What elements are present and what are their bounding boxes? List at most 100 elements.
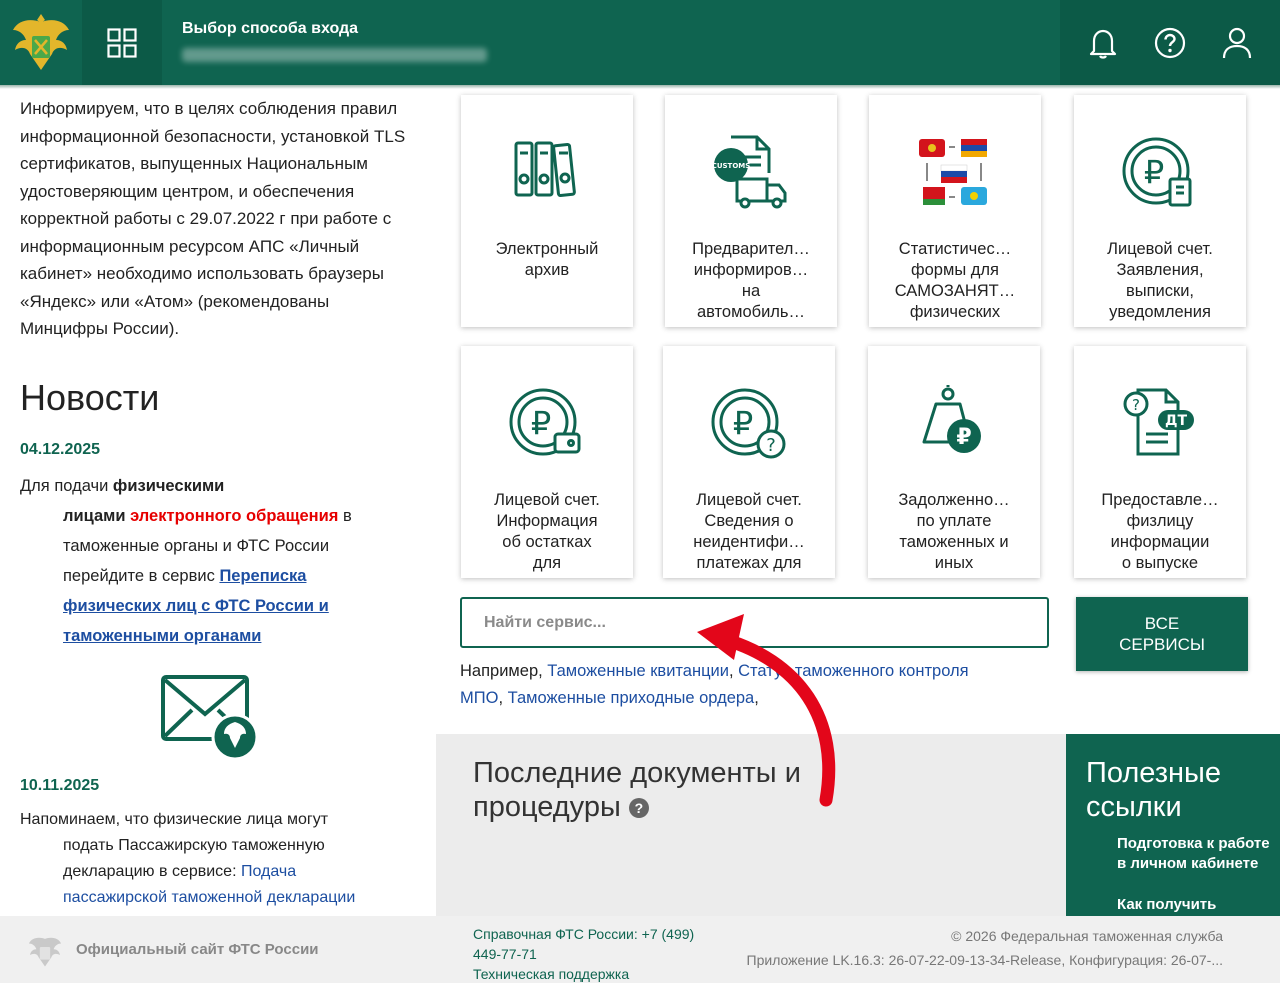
declaration-link[interactable]: пассажирской таможенной декларации (63, 889, 355, 906)
examples-separator: , (728, 662, 739, 680)
title-text: процедуры (473, 791, 621, 823)
help-button[interactable] (1150, 23, 1190, 63)
news-heading: Новости (20, 377, 160, 418)
declaration-link[interactable]: Подача (241, 863, 296, 880)
official-site-link[interactable]: Официальный сайт ФТС России (76, 941, 319, 958)
tile-label-line: Лицевой счет. (1107, 240, 1213, 258)
tile-label-line: уведомления (1109, 303, 1211, 321)
archive-binders-icon (461, 133, 633, 223)
footer: Официальный сайт ФТС России Справочная Ф… (0, 916, 1280, 983)
question-sign: ? (1132, 396, 1140, 414)
copyright: © 2026 Федеральная таможенная служба (951, 928, 1223, 944)
news-date: 10.11.2025 (20, 777, 100, 794)
service-tile-unidentified-payments[interactable]: ₽ ? Лицевой счет. Сведения о неидентифи…… (663, 346, 835, 578)
flags-exchange-icon (869, 135, 1041, 225)
ruble-document-icon: ₽ (1074, 133, 1246, 223)
tile-label-line: физлицу (1126, 512, 1194, 530)
service-tile-balance-info[interactable]: ₽ Лицевой счет. Информация об остатках д… (461, 346, 633, 578)
service-tile-debt[interactable]: ₽ Задолженно… по уплате таможенных и ины… (868, 346, 1040, 578)
declaration-dt-icon: ? ДТ (1074, 384, 1246, 474)
service-tile-release-info[interactable]: ? ДТ Предоставле… физлицу информации о в… (1074, 346, 1246, 578)
tile-label-line: информиров… (693, 261, 809, 279)
tile-label-line: Задолженно… (898, 491, 1010, 509)
emblem-logo[interactable] (0, 0, 82, 85)
tile-label-line: Предварител… (692, 240, 810, 258)
button-label: СЕРВИСЫ (1119, 635, 1205, 654)
dt-badge-text: ДТ (1165, 413, 1187, 429)
title-line: ссылки (1086, 791, 1182, 823)
tile-label-line: Информация (496, 512, 598, 530)
tile-label-line: Лицевой счет. (696, 491, 802, 509)
bell-icon (1090, 29, 1117, 59)
notifications-button[interactable] (1083, 23, 1123, 63)
example-link-control-status[interactable]: МПО (460, 689, 498, 707)
customs-truck-icon: CUSTOMS (665, 133, 837, 223)
news-date: 04.12.2025 (20, 441, 101, 458)
weight-ruble-icon: ₽ (868, 384, 1040, 474)
tile-label: Лицевой счет. Информация об остатках для (467, 490, 627, 574)
news-line: лицами электронного обращения в (20, 501, 415, 531)
phone-line[interactable]: Справочная ФТС России: +7 (499) (473, 924, 713, 944)
news-line: пассажирской таможенной декларации (20, 885, 420, 911)
recent-documents-title: Последние документы и процедуры ? (473, 756, 801, 824)
example-link-orders[interactable]: Таможенные приходные ордера (508, 689, 755, 707)
footer-contacts: Справочная ФТС России: +7 (499) 449-77-7… (473, 924, 713, 983)
question-sign: ? (766, 435, 776, 456)
tile-label-line: Предоставле… (1101, 491, 1219, 509)
news-item-text: Напоминаем, что физические лица могут по… (20, 807, 420, 911)
support-link[interactable]: Техническая поддержка (473, 964, 713, 983)
service-search-input[interactable] (460, 597, 1049, 648)
useful-link-how-to-get[interactable]: Как получить (1117, 895, 1277, 915)
tile-label: Лицевой счет. Заявления, выписки, уведом… (1080, 239, 1240, 323)
examples-separator: , (498, 689, 508, 707)
customs-badge-text: CUSTOMS (712, 162, 751, 170)
tile-label-line: САМОЗАНЯТ… (894, 282, 1016, 300)
help-circle-icon (1154, 27, 1186, 58)
service-tile-statistical-forms[interactable]: Статистичес… формы для САМОЗАНЯТ… физиче… (869, 95, 1041, 327)
service-tile-preliminary-info[interactable]: CUSTOMS Предварител… информиров… на авто… (665, 95, 837, 327)
tile-label-line: архив (524, 261, 570, 279)
examples-prefix: Например, (460, 662, 548, 680)
news-text: перейдите в сервис (63, 567, 220, 585)
useful-links-panel: Полезные ссылки Подготовка к работе в ли… (1066, 734, 1280, 916)
useful-link-preparation[interactable]: Подготовка к работе в личном кабинете (1117, 834, 1277, 873)
service-tile-electronic-archive[interactable]: Электронный архив (461, 95, 633, 327)
tile-label: Лицевой счет. Сведения о неидентифи… пла… (669, 490, 829, 574)
all-services-button[interactable]: ВСЕ СЕРВИСЫ (1076, 597, 1248, 671)
page-title: Выбор способа входа (182, 20, 359, 37)
correspondence-link[interactable]: физических лиц с ФТС России и (63, 597, 329, 615)
tile-label-line: Сведения о (704, 512, 794, 530)
tile-label-line: информации (1110, 533, 1210, 551)
footer-emblem (26, 932, 64, 975)
correspondence-link[interactable]: таможенными органами (63, 627, 261, 645)
top-header: Выбор способа входа (0, 0, 1280, 85)
emblem-icon (28, 937, 62, 967)
tile-label-line: формы для (911, 261, 999, 279)
search-examples: Например, Таможенные квитанции, Статус т… (460, 658, 1060, 712)
header-actions (1060, 0, 1280, 85)
tile-label-line: по уплате (916, 512, 992, 530)
tile-label-line: таможенных и (899, 533, 1009, 551)
user-subtitle-blurred (182, 48, 487, 62)
tile-label-line: выписки, (1125, 282, 1195, 300)
profile-button[interactable] (1217, 23, 1257, 63)
examples-separator: , (754, 689, 759, 707)
tile-label-line: неидентифи… (693, 533, 805, 551)
phone-line[interactable]: 449-77-71 (473, 944, 713, 964)
example-link-control-status[interactable]: Статус таможенного контроля (738, 662, 968, 680)
tile-label-line: Лицевой счет. (494, 491, 600, 509)
ruble-sign: ₽ (1144, 153, 1164, 191)
tile-label-line: Электронный (495, 240, 599, 258)
tile-label: Предоставле… физлицу информации о выпуск… (1080, 490, 1240, 574)
news-line: таможенными органами (20, 621, 415, 651)
ruble-wallet-icon: ₽ (461, 384, 633, 474)
recent-documents-panel: Последние документы и процедуры ? (436, 734, 1066, 916)
button-label: ВСЕ (1144, 614, 1180, 633)
example-link-receipts[interactable]: Таможенные квитанции (547, 662, 729, 680)
news-bold: лицами (63, 507, 126, 525)
apps-menu-button[interactable] (82, 0, 162, 85)
news-item-text: Для подачи физическими лицами электронно… (20, 471, 415, 651)
correspondence-link[interactable]: Переписка (219, 567, 306, 585)
help-question-icon[interactable]: ? (628, 798, 649, 818)
service-tile-account-statements[interactable]: ₽ Лицевой счет. Заявления, выписки, увед… (1074, 95, 1246, 327)
